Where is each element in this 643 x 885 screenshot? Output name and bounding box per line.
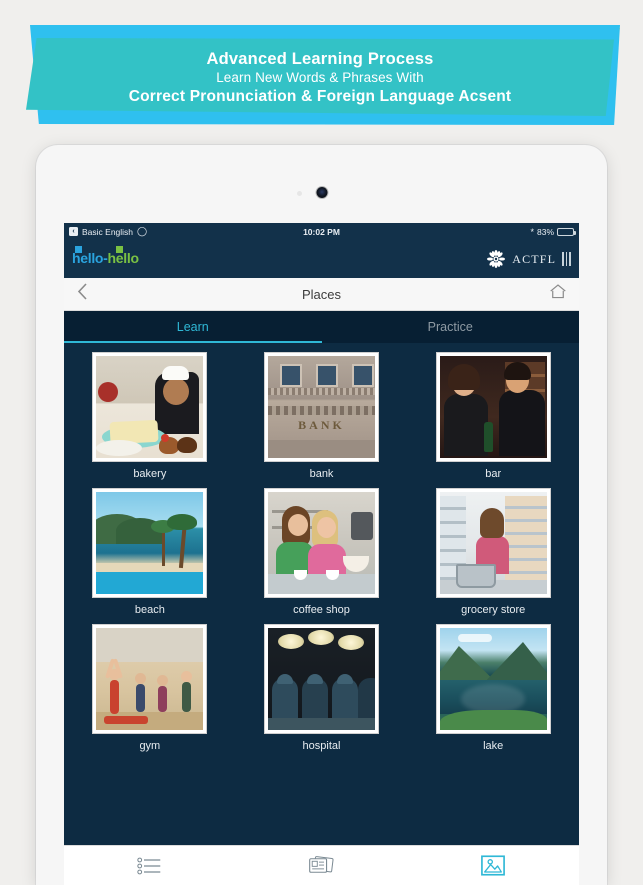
home-icon[interactable] [549, 283, 567, 305]
banner-tagline: Correct Pronunciation & Foreign Language… [128, 88, 512, 106]
grid-item-label: bar [485, 468, 502, 480]
hello-hello-logo[interactable]: hello-hello [72, 246, 139, 268]
bakery-image [96, 356, 204, 458]
thumbnail[interactable] [93, 625, 207, 733]
grid-row: gym hospital lake [64, 625, 579, 761]
chevron-left-icon[interactable] [76, 282, 89, 306]
front-camera [316, 187, 327, 198]
image-view-icon[interactable] [407, 855, 579, 876]
ios-status-bar: ‹ Basic English ◯ 10:02 PM * 83% [64, 223, 579, 240]
grid-item-grocery-store[interactable]: grocery store [407, 489, 579, 625]
menu-bars-icon[interactable] [562, 252, 571, 266]
device-screen: ‹ Basic English ◯ 10:02 PM * 83% hello-h… [64, 223, 579, 885]
brand-right-group: ACTFL [486, 249, 571, 269]
promo-banner: Advanced Learning Process Learn New Word… [0, 0, 643, 140]
thumbnail[interactable] [436, 625, 550, 733]
grid-item-label: bakery [133, 468, 167, 480]
bank-image: BANK [268, 356, 375, 458]
grid-item-hospital[interactable]: hospital [236, 625, 408, 761]
thumbnail[interactable] [265, 489, 378, 597]
thumbnail[interactable] [93, 353, 207, 461]
flashcards-icon[interactable] [236, 855, 408, 876]
grid-row: bakery BANK bank bar [64, 353, 579, 489]
grid-item-beach[interactable]: beach [64, 489, 236, 625]
page-title: Places [301, 286, 342, 302]
grid-item-label: coffee shop [293, 604, 350, 616]
grid-item-gym[interactable]: gym [64, 625, 236, 761]
ambient-sensor [296, 191, 302, 196]
app-brand-bar: hello-hello ACTFL [64, 240, 579, 278]
list-view-icon[interactable] [64, 857, 236, 875]
actfl-rosette-icon [487, 250, 506, 268]
logo-square-blue-icon [75, 246, 82, 253]
grid-item-bank[interactable]: BANK bank [236, 353, 408, 489]
tablet-device-frame: ‹ Basic English ◯ 10:02 PM * 83% hello-h… [36, 145, 607, 885]
gym-image [96, 628, 204, 730]
status-clock: 10:02 PM [303, 226, 340, 237]
banner-text-block: Advanced Learning Process Learn New Word… [28, 40, 612, 116]
thumbnail[interactable] [265, 625, 378, 733]
learn-practice-tabs: Learn Practice [64, 311, 579, 343]
tab-learn[interactable]: Learn [64, 311, 322, 343]
coffee-shop-image [268, 492, 375, 594]
grocery-store-image [439, 492, 547, 594]
grid-item-label: beach [134, 604, 165, 616]
banner-subline: Learn New Words & Phrases With [216, 70, 424, 86]
thumbnail[interactable] [93, 489, 207, 597]
tab-practice[interactable]: Practice [322, 311, 580, 343]
grid-item-label: gym [139, 740, 161, 752]
thumbnail[interactable] [436, 489, 550, 597]
grid-item-lake[interactable]: lake [407, 625, 579, 761]
grid-item-label: bank [309, 468, 334, 480]
grid-item-coffee-shop[interactable]: coffee shop [236, 489, 408, 625]
grid-item-bar[interactable]: bar [407, 353, 579, 489]
navigation-bar: Places [64, 278, 579, 311]
actfl-label: ACTFL [512, 251, 557, 266]
places-grid: bakery BANK bank bar beach coffee shop g… [64, 343, 579, 885]
tablet-top-bezel [36, 145, 607, 223]
lake-image [439, 628, 547, 730]
grid-row: beach coffee shop grocery store [64, 489, 579, 625]
thumbnail[interactable]: BANK [265, 353, 378, 461]
logo-square-green-icon [116, 246, 123, 253]
thumbnail[interactable] [436, 353, 550, 461]
bar-image [439, 356, 547, 458]
logo-text-second: hello [107, 250, 139, 266]
hospital-image [268, 628, 375, 730]
grid-item-bakery[interactable]: bakery [64, 353, 236, 489]
tab-active-underline [64, 341, 322, 343]
banner-headline: Advanced Learning Process [206, 49, 434, 68]
beach-image [96, 492, 204, 594]
grid-item-label: lake [483, 740, 504, 752]
battery-icon [557, 227, 576, 236]
bottom-toolbar [64, 845, 579, 885]
grid-item-label: grocery store [461, 604, 526, 616]
grid-item-label: hospital [302, 740, 341, 752]
